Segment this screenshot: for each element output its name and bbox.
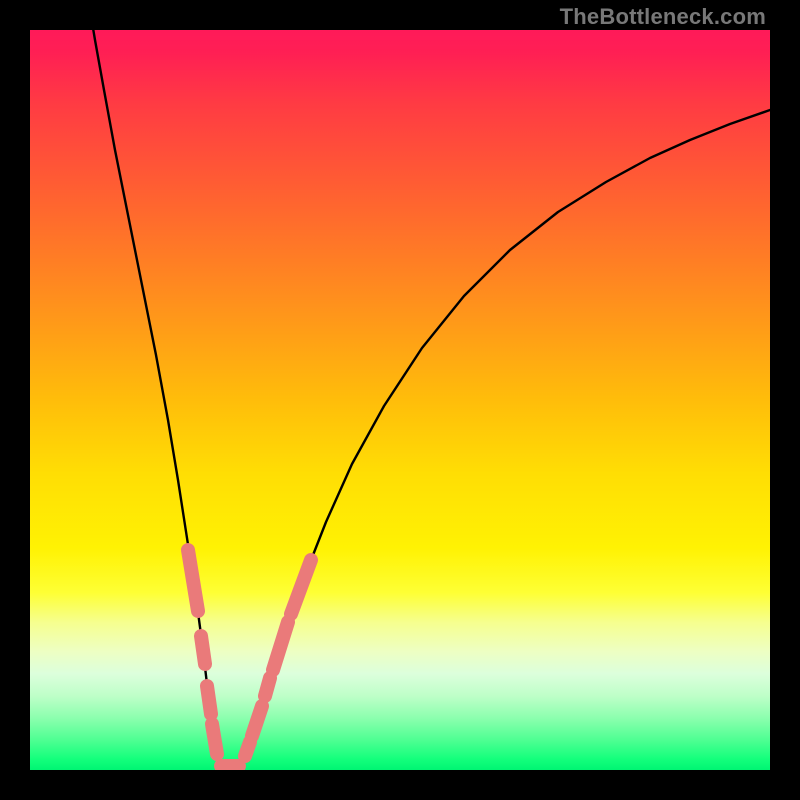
- gradient-background: [30, 30, 770, 770]
- bead-segment: [265, 678, 270, 696]
- bead-segment: [212, 724, 217, 754]
- watermark-text: TheBottleneck.com: [560, 4, 766, 30]
- bead-segment: [207, 686, 211, 714]
- bead-segment: [201, 636, 205, 664]
- bead-segment: [252, 706, 262, 736]
- bead-segment: [188, 550, 198, 611]
- bead-segment: [245, 742, 250, 756]
- plot-area: [30, 30, 770, 770]
- outer-frame: TheBottleneck.com: [0, 0, 800, 800]
